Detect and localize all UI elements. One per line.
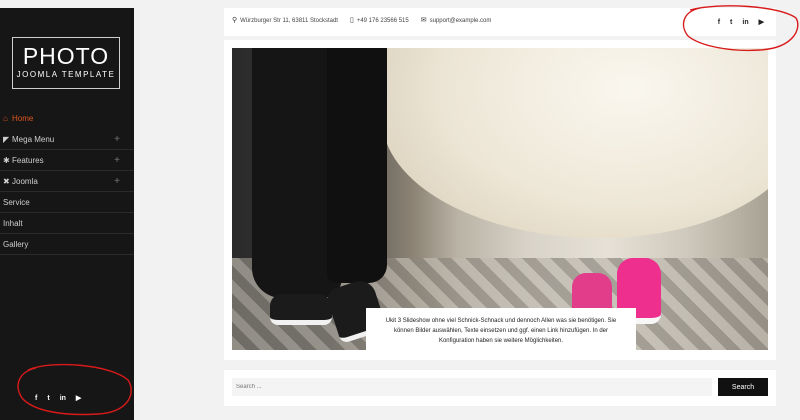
phone-text: +49 176 23566 515	[356, 18, 409, 24]
menu-item-home[interactable]: ⌂ Home	[0, 108, 134, 129]
linkedin-icon[interactable]: in	[742, 18, 748, 28]
contact-phone[interactable]: ▯ +49 176 23566 515	[350, 16, 409, 24]
sidebar: PHOTO JOOMLA TEMPLATE ⌂ Home ◤ Mega Menu +…	[0, 8, 134, 420]
twitter-icon[interactable]: t	[730, 18, 732, 28]
slide-caption: Ukit 3 Slideshow ohne viel Schnick-Schna…	[366, 308, 636, 350]
logo-title: PHOTO	[22, 43, 110, 69]
facebook-icon[interactable]: f	[718, 18, 720, 28]
top-social-links: f t in ▶	[718, 18, 764, 28]
gear-icon: ✱	[3, 156, 10, 165]
menu-item-label: Inhalt	[3, 219, 23, 228]
top-bar: ⚲ Würzburger Str 11, 63811 Stockstadt ▯ +4…	[224, 8, 776, 36]
expand-plus-icon[interactable]: +	[114, 171, 120, 192]
contact-info: ⚲ Würzburger Str 11, 63811 Stockstadt ▯ +4…	[232, 16, 491, 24]
twitter-icon[interactable]: t	[47, 394, 49, 404]
black-sneaker-left	[270, 294, 332, 325]
facebook-icon[interactable]: f	[35, 394, 37, 404]
menu-item-service[interactable]: Service	[0, 192, 134, 213]
logo-subtitle: JOOMLA TEMPLATE	[16, 70, 116, 79]
joomla-icon: ✖	[3, 177, 10, 186]
home-icon: ⌂	[3, 114, 8, 123]
contact-address: ⚲ Würzburger Str 11, 63811 Stockstadt	[232, 16, 338, 24]
menu-item-features[interactable]: ✱ Features +	[0, 150, 134, 171]
mail-icon: ✉	[420, 17, 427, 24]
address-text: Würzburger Str 11, 63811 Stockstadt	[240, 18, 338, 24]
contact-email[interactable]: ✉ support@example.com	[421, 16, 492, 24]
menu-item-mega-menu[interactable]: ◤ Mega Menu +	[0, 129, 134, 150]
menu-item-label: Features	[12, 156, 44, 165]
menu-item-label: Joomla	[12, 177, 38, 186]
phone-icon: ▯	[349, 17, 354, 24]
youtube-icon[interactable]: ▶	[76, 394, 81, 404]
menu-item-label: Mega Menu	[12, 135, 55, 144]
slideshow-container: Ukit 3 Slideshow ohne viel Schnick-Schna…	[224, 40, 776, 360]
search-button[interactable]: Search	[718, 378, 768, 396]
sidebar-social-links: f t in ▶	[35, 394, 81, 404]
main-menu: ⌂ Home ◤ Mega Menu + ✱ Features + ✖ Joomla +…	[0, 108, 134, 255]
search-input[interactable]	[232, 378, 712, 396]
map-pin-icon: ⚲	[232, 17, 238, 24]
email-text: support@example.com	[429, 18, 492, 24]
menu-item-gallery[interactable]: Gallery	[0, 234, 134, 255]
menu-item-label: Home	[12, 114, 34, 123]
slideshow-image: Ukit 3 Slideshow ohne viel Schnick-Schna…	[232, 48, 768, 350]
search-module: Search	[224, 370, 776, 406]
wedding-dress-shape	[382, 48, 768, 238]
menu-item-joomla[interactable]: ✖ Joomla +	[0, 171, 134, 192]
menu-item-inhalt[interactable]: Inhalt	[0, 213, 134, 234]
groom-leg-right	[327, 48, 387, 283]
menu-item-label: Gallery	[3, 240, 29, 249]
logo[interactable]: PHOTO JOOMLA TEMPLATE	[12, 37, 120, 89]
expand-plus-icon[interactable]: +	[114, 129, 120, 150]
linkedin-icon[interactable]: in	[60, 394, 66, 404]
youtube-icon[interactable]: ▶	[759, 18, 764, 28]
menu-item-label: Service	[3, 198, 30, 207]
megaphone-icon: ◤	[3, 135, 10, 144]
expand-plus-icon[interactable]: +	[114, 150, 120, 171]
